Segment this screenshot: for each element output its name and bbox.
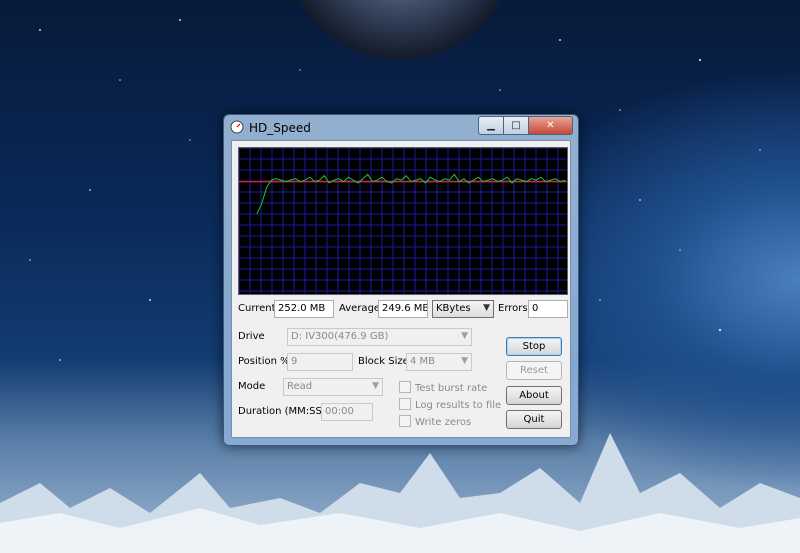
close-button[interactable]: ✕ <box>529 116 573 135</box>
stop-button[interactable]: Stop <box>506 337 562 356</box>
drive-select[interactable]: D: IV300(476.9 GB) ▼ <box>287 328 472 346</box>
log-results-label: Log results to file <box>415 400 502 411</box>
mode-select[interactable]: Read ▼ <box>283 378 383 396</box>
position-label: Position % <box>238 356 290 367</box>
average-value-field: 249.6 MB <box>378 300 428 318</box>
checkbox-box <box>399 415 411 427</box>
errors-label: Errors <box>498 303 528 314</box>
mode-label: Mode <box>238 381 266 392</box>
checkbox-box <box>399 398 411 410</box>
position-input[interactable]: 9 <box>287 353 353 371</box>
title-bar[interactable]: HD_Speed ▁ □ ✕ <box>224 115 578 139</box>
quit-button[interactable]: Quit <box>506 410 562 429</box>
mode-select-value: Read <box>287 381 313 392</box>
maximize-icon: □ <box>511 120 521 131</box>
minimize-button[interactable]: ▁ <box>478 116 504 135</box>
log-results-checkbox[interactable]: Log results to file <box>399 398 501 411</box>
duration-label: Duration (MM:SS) <box>238 406 326 417</box>
drive-select-value: D: IV300(476.9 GB) <box>291 331 389 342</box>
dropdown-arrow-icon: ▼ <box>372 381 379 391</box>
test-burst-label: Test burst rate <box>415 383 488 394</box>
about-button[interactable]: About <box>506 386 562 405</box>
maximize-button[interactable]: □ <box>504 116 529 135</box>
minimize-icon: ▁ <box>487 120 495 131</box>
speed-graph <box>238 147 568 295</box>
dropdown-arrow-icon: ▼ <box>483 303 490 313</box>
dropdown-arrow-icon: ▼ <box>461 356 468 366</box>
hd-speed-window: HD_Speed ▁ □ ✕ Current 252.0 MB Average … <box>223 114 579 446</box>
dropdown-arrow-icon: ▼ <box>461 331 468 341</box>
current-value-field: 252.0 MB <box>274 300 334 318</box>
speed-line <box>256 173 566 214</box>
duration-input[interactable]: 00:00 <box>321 403 373 421</box>
errors-value-field: 0 <box>528 300 568 318</box>
unit-select-value: KBytes <box>436 303 471 314</box>
close-icon: ✕ <box>546 120 555 131</box>
test-burst-checkbox[interactable]: Test burst rate <box>399 381 487 394</box>
client-area: Current 252.0 MB Average 249.6 MB KBytes… <box>231 140 571 438</box>
write-zeros-label: Write zeros <box>415 417 472 428</box>
average-label: Average <box>339 303 381 314</box>
checkbox-box <box>399 381 411 393</box>
reset-button[interactable]: Reset <box>506 361 562 380</box>
window-title: HD_Speed <box>249 121 311 135</box>
write-zeros-checkbox[interactable]: Write zeros <box>399 415 471 428</box>
block-size-select[interactable]: 4 MB ▼ <box>406 353 472 371</box>
unit-select[interactable]: KBytes ▼ <box>432 300 494 318</box>
current-label: Current <box>238 303 276 314</box>
drive-label: Drive <box>238 331 265 342</box>
block-size-select-value: 4 MB <box>410 356 436 367</box>
block-size-label: Block Size <box>358 356 409 367</box>
speedometer-icon <box>230 120 244 134</box>
